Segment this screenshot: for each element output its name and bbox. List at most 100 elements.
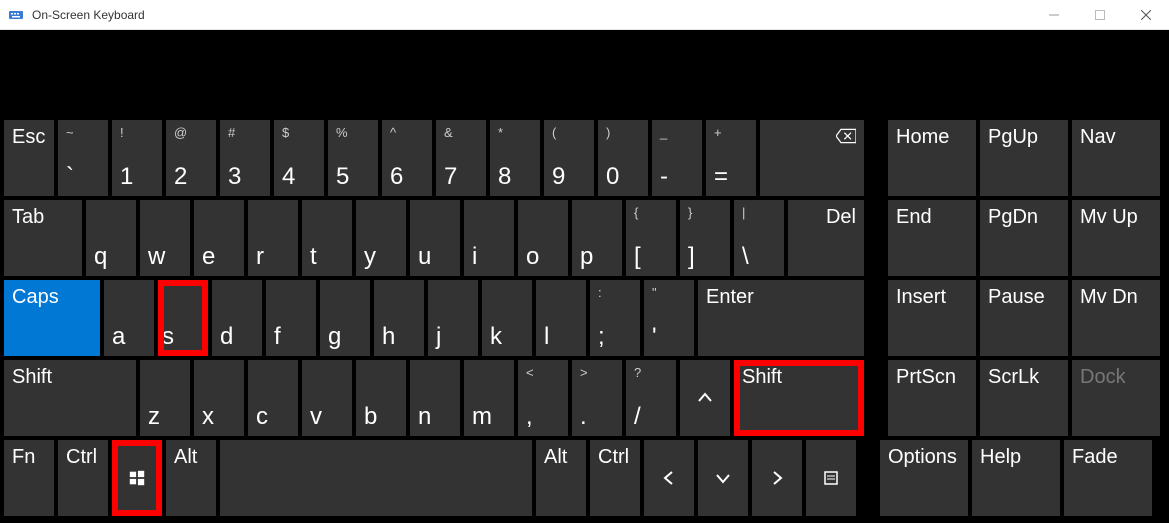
key-3[interactable]: #3 — [220, 120, 270, 196]
key-k[interactable]: k — [482, 280, 532, 356]
key-backslash[interactable]: |\ — [734, 200, 784, 276]
key-z[interactable]: z — [140, 360, 190, 436]
key-5[interactable]: %5 — [328, 120, 378, 196]
key-8[interactable]: *8 — [490, 120, 540, 196]
window-title: On-Screen Keyboard — [32, 8, 145, 22]
titlebar: On-Screen Keyboard — [0, 0, 1169, 30]
key-lctrl[interactable]: Ctrl — [58, 440, 108, 516]
key-y[interactable]: y — [356, 200, 406, 276]
key-r[interactable]: r — [248, 200, 298, 276]
key-period[interactable]: >. — [572, 360, 622, 436]
key-lbracket[interactable]: {[ — [626, 200, 676, 276]
key-v[interactable]: v — [302, 360, 352, 436]
key-dock[interactable]: Dock — [1072, 360, 1160, 436]
key-a[interactable]: a — [104, 280, 154, 356]
key-0[interactable]: )0 — [598, 120, 648, 196]
key-7[interactable]: &7 — [436, 120, 486, 196]
key-tab[interactable]: Tab — [4, 200, 82, 276]
key-arrowup[interactable] — [680, 360, 730, 436]
key-u[interactable]: u — [410, 200, 460, 276]
key-w[interactable]: w — [140, 200, 190, 276]
key-equals[interactable]: += — [706, 120, 756, 196]
key-fade[interactable]: Fade — [1064, 440, 1152, 516]
key-minus[interactable]: _- — [652, 120, 702, 196]
maximize-button[interactable] — [1077, 0, 1123, 30]
key-b[interactable]: b — [356, 360, 406, 436]
row-bottom: Fn Ctrl Alt Alt Ctrl Options Help Fade — [4, 440, 1169, 516]
key-m[interactable]: m — [464, 360, 514, 436]
key-nav[interactable]: Nav — [1072, 120, 1160, 196]
key-9[interactable]: (9 — [544, 120, 594, 196]
row-qwerty: Tab q w e r t y u i o p {[ }] |\ Del End… — [4, 200, 1169, 276]
row-numbers: Esc ~` !1 @2 #3 $4 %5 ^6 &7 *8 (9 )0 _- … — [4, 120, 1169, 196]
key-fn[interactable]: Fn — [4, 440, 54, 516]
key-1[interactable]: !1 — [112, 120, 162, 196]
key-s[interactable]: s — [158, 280, 208, 356]
key-c[interactable]: c — [248, 360, 298, 436]
close-button[interactable] — [1123, 0, 1169, 30]
key-pause[interactable]: Pause — [980, 280, 1068, 356]
key-2[interactable]: @2 — [166, 120, 216, 196]
key-rshift[interactable]: Shift — [734, 360, 864, 436]
key-arrowdown[interactable] — [698, 440, 748, 516]
key-o[interactable]: o — [518, 200, 568, 276]
minimize-button[interactable] — [1031, 0, 1077, 30]
key-mvup[interactable]: Mv Up — [1072, 200, 1160, 276]
key-del[interactable]: Del — [788, 200, 864, 276]
key-prtscn[interactable]: PrtScn — [888, 360, 976, 436]
key-rbracket[interactable]: }] — [680, 200, 730, 276]
key-j[interactable]: j — [428, 280, 478, 356]
key-caps[interactable]: Caps — [4, 280, 100, 356]
key-6[interactable]: ^6 — [382, 120, 432, 196]
key-esc[interactable]: Esc — [4, 120, 54, 196]
key-t[interactable]: t — [302, 200, 352, 276]
key-options[interactable]: Options — [880, 440, 968, 516]
key-4[interactable]: $4 — [274, 120, 324, 196]
key-slash[interactable]: ?/ — [626, 360, 676, 436]
menu-icon — [823, 470, 839, 486]
key-mvdn[interactable]: Mv Dn — [1072, 280, 1160, 356]
key-ralt[interactable]: Alt — [536, 440, 586, 516]
key-insert[interactable]: Insert — [888, 280, 976, 356]
arrow-up-icon — [695, 388, 715, 408]
key-scrlk[interactable]: ScrLk — [980, 360, 1068, 436]
keyboard: Esc ~` !1 @2 #3 $4 %5 ^6 &7 *8 (9 )0 _- … — [0, 30, 1169, 523]
key-quote[interactable]: "' — [644, 280, 694, 356]
key-pgdn[interactable]: PgDn — [980, 200, 1068, 276]
key-x[interactable]: x — [194, 360, 244, 436]
key-i[interactable]: i — [464, 200, 514, 276]
key-space[interactable] — [220, 440, 532, 516]
key-lalt[interactable]: Alt — [166, 440, 216, 516]
key-lshift[interactable]: Shift — [4, 360, 136, 436]
key-q[interactable]: q — [86, 200, 136, 276]
key-e[interactable]: e — [194, 200, 244, 276]
key-end[interactable]: End — [888, 200, 976, 276]
key-g[interactable]: g — [320, 280, 370, 356]
key-backspace[interactable] — [760, 120, 864, 196]
key-menu[interactable] — [806, 440, 856, 516]
key-arrowleft[interactable] — [644, 440, 694, 516]
app-icon — [8, 7, 24, 23]
key-help[interactable]: Help — [972, 440, 1060, 516]
key-l[interactable]: l — [536, 280, 586, 356]
key-arrowright[interactable] — [752, 440, 802, 516]
arrow-left-icon — [659, 468, 679, 488]
key-d[interactable]: d — [212, 280, 262, 356]
windows-icon — [128, 469, 146, 487]
key-backtick[interactable]: ~` — [58, 120, 108, 196]
key-home[interactable]: Home — [888, 120, 976, 196]
backspace-icon — [836, 126, 856, 146]
arrow-down-icon — [713, 468, 733, 488]
key-comma[interactable]: <, — [518, 360, 568, 436]
key-enter[interactable]: Enter — [698, 280, 864, 356]
arrow-right-icon — [767, 468, 787, 488]
key-windows[interactable] — [112, 440, 162, 516]
key-n[interactable]: n — [410, 360, 460, 436]
key-semicolon[interactable]: :; — [590, 280, 640, 356]
key-pgup[interactable]: PgUp — [980, 120, 1068, 196]
key-p[interactable]: p — [572, 200, 622, 276]
key-h[interactable]: h — [374, 280, 424, 356]
key-rctrl[interactable]: Ctrl — [590, 440, 640, 516]
key-f[interactable]: f — [266, 280, 316, 356]
row-asdf: Caps a s d f g h j k l :; "' Enter Inser… — [4, 280, 1169, 356]
